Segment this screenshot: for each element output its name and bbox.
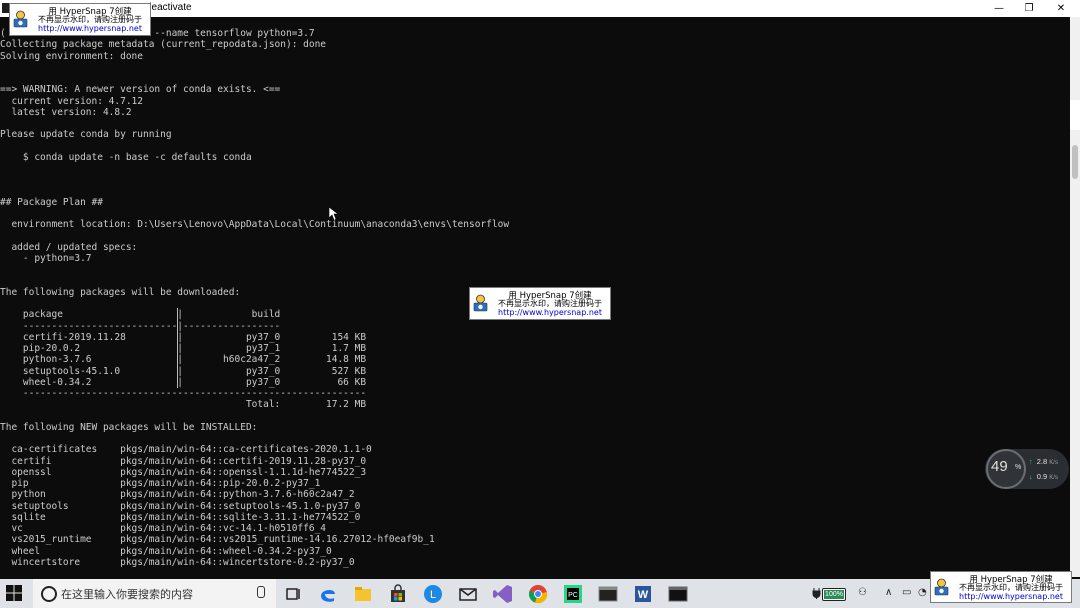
console-line: sqlite pkgs/main/win-64::sqlite-3.31.1-h… <box>0 511 361 523</box>
console-line: certifi pkgs/main/win-64::certifi-2019.1… <box>0 455 367 467</box>
console-line: vs2015_runtime pkgs/main/win-64::vs2015_… <box>0 534 435 546</box>
download-speed-unit: K/s <box>1049 475 1058 481</box>
watermark-url: http://www.hypersnap.net <box>38 24 142 33</box>
console-line: added / updated specs: <box>0 241 138 253</box>
console-taskbar-icon[interactable] <box>596 582 620 606</box>
svg-text:PC: PC <box>568 592 578 599</box>
download-speed: ↓ 0.9 K/s <box>1029 472 1058 481</box>
console-line: current version: 4.7.12 <box>0 95 143 107</box>
upload-speed: ↑ 2.8 K/s <box>1029 457 1058 466</box>
console-line: Solving environment: done <box>0 50 143 62</box>
console-line: setuptools pkgs/main/win-64::setuptools-… <box>0 500 361 512</box>
percent-sign: % <box>1015 464 1022 471</box>
upload-arrow-icon: ↑ <box>1029 457 1033 466</box>
power-plug-icon[interactable] <box>812 588 821 599</box>
console-line: certifi-2019.11.28 | py37_0 154 KB <box>0 331 367 343</box>
download-speed-value: 0.9 <box>1036 472 1048 481</box>
chrome-icon[interactable] <box>526 582 550 606</box>
taskbar-search-box[interactable]: 在这里输入你要搜索的内容 <box>33 579 276 608</box>
console-line: ==> WARNING: A newer version of conda ex… <box>0 84 281 96</box>
svg-text:L: L <box>430 589 436 601</box>
console-line: ----------------------------------------… <box>0 388 367 399</box>
hypersnap-watermark-top: 用 HyperSnap 7创建 不再显示水印，请购注册码于 http://www… <box>9 3 151 36</box>
windows-start-icon[interactable] <box>6 585 22 601</box>
people-icon[interactable]: ⚇ <box>858 587 867 598</box>
console-line: wheel pkgs/main/win-64::wheel-0.34.2-py3… <box>0 545 332 557</box>
console-line: setuptools-45.1.0 | py37_0 527 KB <box>0 365 367 377</box>
console-title-bar: deactivate — ❐ ✕ <box>0 0 1080 17</box>
maximize-button[interactable]: ❐ <box>1012 0 1046 17</box>
hypersnap-logo-icon <box>473 294 488 312</box>
hypersnap-logo-icon <box>13 10 28 28</box>
microsoft-store-icon[interactable] <box>386 582 410 606</box>
scrollbar-thumb[interactable] <box>1072 145 1078 179</box>
visual-studio-icon[interactable] <box>491 582 515 606</box>
file-explorer-icon[interactable] <box>351 582 375 606</box>
cortana-icon <box>41 586 57 602</box>
edge-browser-icon[interactable] <box>316 582 340 606</box>
watermark-url: http://www.hypersnap.net <box>959 592 1063 601</box>
console-line: - python=3.7 <box>0 253 92 264</box>
console-line: The following NEW packages will be INSTA… <box>0 421 258 433</box>
console-line: package | build <box>0 309 281 321</box>
console-line: Total: 17.2 MB <box>0 399 367 411</box>
console-line: Collecting package metadata (current_rep… <box>0 39 327 51</box>
hypersnap-watermark-center: 用 HyperSnap 7创建 不再显示水印，请购注册码于 http://www… <box>469 287 611 320</box>
console-line: ca-certificates pkgs/main/win-64::ca-cer… <box>0 444 372 456</box>
console-line: latest version: 4.8.2 <box>0 106 132 118</box>
console-line: The following packages will be downloade… <box>0 286 241 298</box>
console-line: wincertstore pkgs/main/win-64::wincertst… <box>0 556 355 568</box>
tray-app-icon[interactable]: ▭ <box>902 587 911 598</box>
word-icon[interactable]: W <box>631 582 655 606</box>
console-line: openssl pkgs/main/win-64::openssl-1.1.1d… <box>0 466 367 478</box>
scrollbar-highlight <box>1070 100 1080 130</box>
console-line: environment location: D:\Users\Lenovo\Ap… <box>0 219 510 231</box>
battery-label: 100% <box>825 591 843 598</box>
upload-speed-value: 2.8 <box>1036 457 1048 466</box>
watermark-url: http://www.hypersnap.net <box>498 308 602 317</box>
network-icon[interactable]: ◔ <box>918 587 927 598</box>
mail-icon[interactable] <box>456 582 480 606</box>
hypersnap-logo-icon <box>934 578 949 596</box>
download-arrow-icon: ↓ <box>1029 472 1033 481</box>
console-line: $ conda update -n base -c defaults conda <box>0 151 252 163</box>
svg-text:W: W <box>638 589 649 601</box>
upload-speed-unit: K/s <box>1049 460 1058 466</box>
console-line: wheel-0.34.2 | py37_0 66 KB <box>0 376 367 388</box>
minimize-button[interactable]: — <box>982 0 1016 17</box>
console-line: python-3.7.6 | h60c2a47_2 14.8 MB <box>0 354 367 366</box>
console-line: python pkgs/main/win-64::python-3.7.6-h6… <box>0 489 355 501</box>
terminal-icon[interactable] <box>666 582 690 606</box>
hypersnap-watermark-bottom: 用 HyperSnap 7创建 不再显示水印，请购注册码于 http://www… <box>930 571 1072 603</box>
memory-usage-percent: 49 <box>991 458 1008 475</box>
console-line: Please update conda by running <box>0 129 172 141</box>
console-line: ## Package Plan ## <box>0 196 103 208</box>
close-button[interactable]: ✕ <box>1044 0 1078 17</box>
lenovo-app-icon[interactable]: L <box>421 582 445 606</box>
search-placeholder: 在这里输入你要搜索的内容 <box>61 588 193 601</box>
battery-indicator[interactable]: 100% <box>822 588 846 601</box>
console-line: pip-20.0.2 | py37_1 1.7 MB <box>0 343 367 354</box>
microphone-icon[interactable] <box>257 586 265 598</box>
console-line: ---------------------------|------------… <box>0 320 281 332</box>
network-speed-widget[interactable]: 49 % ↑ 2.8 K/s ↓ 0.9 K/s <box>985 449 1069 489</box>
console-line: vc pkgs/main/win-64::vc-14.1-h0510ff6_4 <box>0 523 327 534</box>
console-line: pip pkgs/main/win-64::pip-20.0.2-py37_1 <box>0 478 321 489</box>
chevron-up-icon[interactable]: ∧ <box>885 587 892 598</box>
task-view-icon[interactable] <box>281 582 305 606</box>
window-title: deactivate <box>146 2 192 13</box>
windows-taskbar: 在这里输入你要搜索的内容 L PC W 100% ⚇ ∧ ▭ ◔ <box>0 579 1080 608</box>
pycharm-icon[interactable]: PC <box>561 582 585 606</box>
